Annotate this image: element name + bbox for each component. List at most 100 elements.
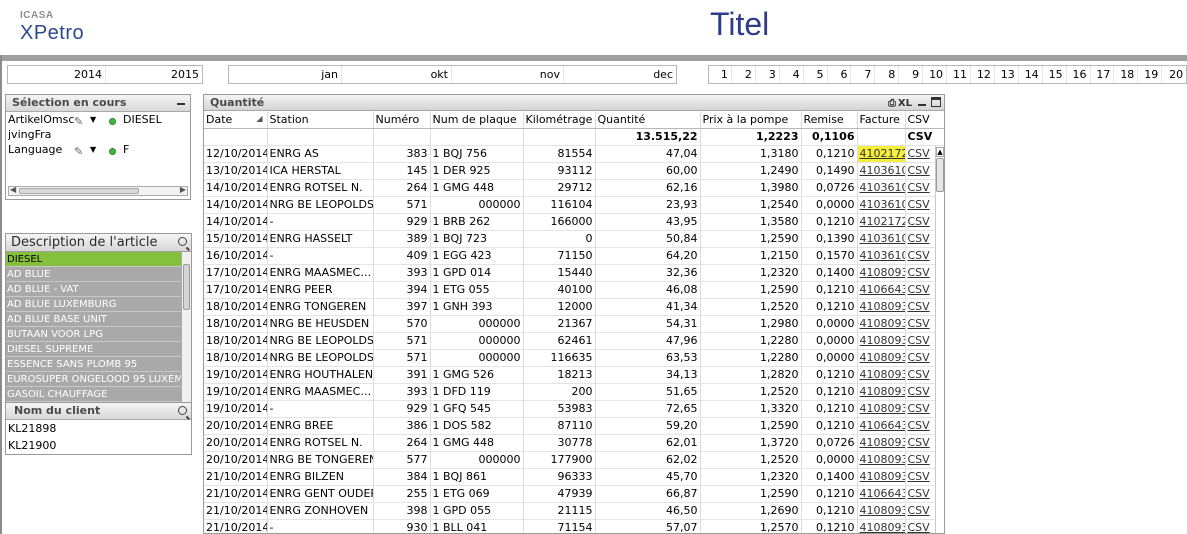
scrollbar-thumb[interactable] — [19, 188, 139, 194]
scrollbar-thumb[interactable] — [183, 264, 190, 310]
invoice-link[interactable]: 4108093 — [857, 315, 906, 333]
scroll-left-icon[interactable]: ◀ — [10, 185, 16, 194]
table-cell: 000000 — [430, 451, 524, 469]
invoice-link[interactable]: 4108093 — [857, 502, 906, 520]
invoice-link[interactable]: 4108093 — [857, 383, 906, 401]
search-icon[interactable] — [178, 406, 187, 415]
year-cell[interactable]: 2014 — [8, 66, 106, 83]
day-cell[interactable]: 5 — [804, 66, 828, 83]
invoice-link[interactable]: 4108093 — [857, 468, 906, 486]
day-cell[interactable]: 16 — [1067, 66, 1091, 83]
table-cell: 1,3180 — [700, 145, 802, 163]
list-item[interactable]: GASOIL CHAUFFAGE — [6, 387, 182, 402]
invoice-link[interactable]: 4108093 — [857, 366, 906, 384]
eraser-icon[interactable]: ✎ — [74, 144, 83, 159]
column-header[interactable]: Prix à la pompe — [700, 111, 802, 129]
scroll-up-icon[interactable]: ▲ — [936, 147, 944, 157]
day-cell[interactable]: 6 — [828, 66, 852, 83]
list-item[interactable]: AD BLUE - VAT — [6, 282, 182, 297]
list-item[interactable]: KL21898 — [6, 420, 191, 437]
list-item[interactable]: DIESEL — [6, 252, 182, 267]
invoice-link[interactable]: 4103610 — [857, 230, 906, 248]
horizontal-scrollbar[interactable]: ◀ ▶ — [8, 185, 188, 196]
month-cell[interactable]: okt — [342, 66, 452, 83]
table-cell: 32,36 — [595, 264, 701, 282]
invoice-link[interactable]: 4103610 — [857, 179, 906, 197]
invoice-link[interactable]: 4108093 — [857, 400, 906, 418]
day-cell[interactable]: 17 — [1091, 66, 1115, 83]
day-cell[interactable]: 18 — [1114, 66, 1139, 83]
list-item[interactable]: AD BLUE BASE UNIT — [6, 312, 182, 327]
invoice-link[interactable]: 4108093 — [857, 298, 906, 316]
day-cell[interactable]: 7 — [851, 66, 876, 83]
scroll-right-icon[interactable]: ▶ — [180, 185, 186, 194]
month-cell[interactable]: dec — [564, 66, 676, 83]
invoice-link[interactable]: 4108093 — [857, 451, 906, 469]
dropdown-arrow-icon[interactable]: ▼ — [90, 112, 96, 127]
invoice-link[interactable]: 4102172 — [857, 145, 906, 163]
scrollbar-thumb[interactable] — [936, 158, 944, 192]
table-cell: - — [267, 519, 374, 533]
column-header[interactable]: Quantité — [595, 111, 701, 129]
invoice-link[interactable]: 4108093 — [857, 349, 906, 367]
print-icon[interactable]: ⎙ — [888, 96, 896, 111]
table-cell: 47,04 — [595, 145, 701, 163]
day-cell[interactable]: 20 — [1162, 66, 1186, 83]
day-cell[interactable]: 2 — [732, 66, 756, 83]
list-item[interactable]: BUTAAN VOOR LPG — [6, 327, 182, 342]
invoice-link[interactable]: 4108093 — [857, 332, 906, 350]
invoice-link[interactable]: 4103610 — [857, 196, 906, 214]
column-header[interactable]: Facture — [857, 111, 906, 129]
vertical-scrollbar[interactable] — [181, 252, 191, 402]
invoice-link[interactable]: 4102172 — [857, 213, 906, 231]
total-cell — [373, 128, 431, 146]
day-cell[interactable]: 11 — [947, 66, 971, 83]
day-cell[interactable]: 1 — [709, 66, 732, 83]
column-header[interactable]: CSV — [905, 111, 944, 129]
day-cell[interactable]: 4 — [780, 66, 804, 83]
column-header[interactable]: Station — [267, 111, 374, 129]
table-cell: 1 GMG 526 — [430, 366, 524, 384]
column-header[interactable]: Numéro — [373, 111, 431, 129]
day-cell[interactable]: 15 — [1043, 66, 1067, 83]
day-cell[interactable]: 14 — [1019, 66, 1043, 83]
day-cell[interactable]: 8 — [875, 66, 900, 83]
day-cell[interactable]: 12 — [971, 66, 995, 83]
invoice-link[interactable]: 4106643 — [857, 417, 906, 435]
month-cell[interactable]: jan — [229, 66, 342, 83]
invoice-link[interactable]: 4103610 — [857, 162, 906, 180]
invoice-link[interactable]: 4106643 — [857, 485, 906, 503]
column-header[interactable]: Num de plaque — [430, 111, 524, 129]
column-header[interactable]: Date ◢ — [204, 111, 268, 129]
day-cell[interactable]: 9 — [899, 66, 924, 83]
list-item[interactable]: DIESEL SUPREME — [6, 342, 182, 357]
column-header[interactable]: Remise — [801, 111, 858, 129]
invoice-link[interactable]: 4108093 — [857, 434, 906, 452]
table-row: 18/10/2014 NRG BE HEUSDEN 570 000000 21367 54… — [204, 315, 944, 333]
column-header[interactable]: Kilométrage — [523, 111, 596, 129]
year-cell[interactable]: 2015 — [106, 66, 202, 83]
invoice-link[interactable]: 4108093 — [857, 264, 906, 282]
list-item[interactable]: AD BLUE LUXEMBURG — [6, 297, 182, 312]
month-cell[interactable]: nov — [452, 66, 564, 83]
dropdown-arrow-icon[interactable]: ▼ — [90, 142, 96, 157]
day-cell[interactable]: 10 — [923, 66, 948, 83]
vertical-scrollbar[interactable]: ▲ — [935, 146, 944, 533]
list-item[interactable]: AD BLUE — [6, 267, 182, 282]
minimize-icon[interactable] — [918, 104, 926, 106]
day-cell[interactable]: 13 — [995, 66, 1019, 83]
sort-icon[interactable]: ◢ — [256, 114, 262, 123]
day-cell[interactable]: 19 — [1138, 66, 1163, 83]
day-cell[interactable]: 3 — [756, 66, 780, 83]
maximize-icon[interactable] — [931, 97, 941, 107]
list-item[interactable]: KL21900 — [6, 437, 191, 454]
invoice-link[interactable]: 4108093 — [857, 519, 906, 533]
minimize-icon[interactable] — [177, 103, 185, 105]
list-item[interactable]: ESSENCE SANS PLOMB 95 — [6, 357, 182, 372]
invoice-link[interactable]: 4106643 — [857, 281, 906, 299]
table-cell: 0,0000 — [801, 332, 858, 350]
list-item[interactable]: EUROSUPER ONGELOOD 95 LUXEMB — [6, 372, 182, 387]
search-icon[interactable] — [178, 237, 187, 246]
invoice-link[interactable]: 4103610 — [857, 247, 906, 265]
excel-export-icon[interactable]: XL — [898, 96, 912, 111]
